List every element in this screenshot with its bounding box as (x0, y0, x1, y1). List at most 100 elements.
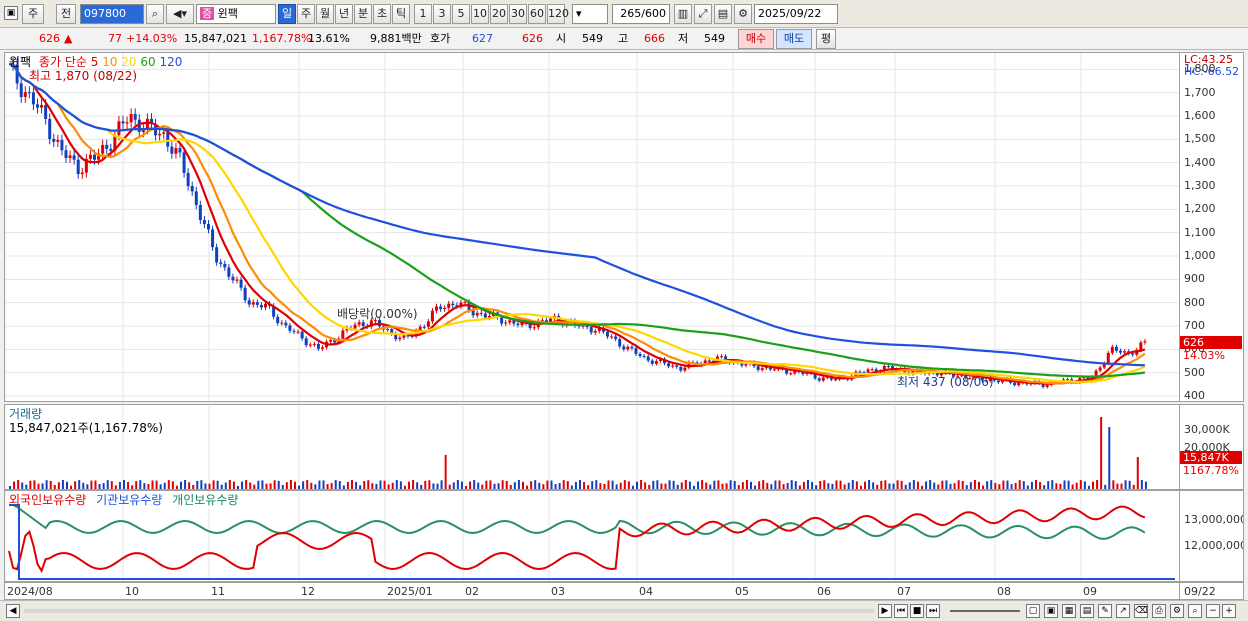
search-icon[interactable]: ⌕ (146, 4, 164, 24)
pct-tag: 14.03% (1183, 349, 1225, 362)
scrollbar-track[interactable] (24, 609, 874, 613)
volume-bar (766, 482, 769, 489)
date-field[interactable]: 2025/09/22 (754, 4, 838, 24)
trend-icon[interactable]: ↗ (1116, 604, 1130, 618)
play-icon[interactable]: ▶ (878, 604, 892, 618)
forward-icon[interactable]: ⏭ (926, 604, 940, 618)
volume-bar (74, 481, 77, 489)
candle-body (361, 322, 365, 326)
timeframe-1[interactable]: 주 (297, 4, 315, 24)
stock-name-field[interactable]: 증 윈팩 (196, 4, 276, 24)
candle-body (292, 330, 296, 332)
speaker-icon[interactable]: ◀▾ (166, 4, 194, 24)
grid-icon[interactable]: ▦ (1062, 604, 1076, 618)
price-chart-panel[interactable]: 윈팩 종가 단순 5 10 20 60 120 최고 1,870 (08/22)… (4, 52, 1180, 402)
volume-bar (387, 484, 390, 489)
timeframe-0[interactable]: 일 (278, 4, 296, 24)
timeframe-5[interactable]: 초 (373, 4, 391, 24)
holdings-panel[interactable]: 외국인보유수량 기관보유수량 개인보유수량 (4, 490, 1180, 582)
scroll-left-icon[interactable]: ◀ (6, 604, 20, 618)
stop-icon[interactable]: ■ (910, 604, 924, 618)
volume-bar (21, 482, 24, 489)
plus-icon[interactable]: + (1222, 604, 1236, 618)
window-icon[interactable]: ▣ (1044, 604, 1058, 618)
up-arrow-icon: ▲ (64, 32, 73, 45)
candle-body (121, 121, 125, 124)
unit-select[interactable]: ▾ (572, 4, 608, 24)
volume-bar (1030, 481, 1033, 489)
interval-30[interactable]: 30 (509, 4, 527, 24)
bar-count-field[interactable]: 265/600 (612, 4, 670, 24)
candle-body (56, 139, 60, 142)
settings-icon[interactable]: ⚙ (1170, 604, 1184, 618)
volume-chart (5, 405, 1147, 489)
candle-body (634, 348, 638, 354)
minus-icon[interactable]: − (1206, 604, 1220, 618)
zoom-icon[interactable]: ⌕ (1188, 604, 1202, 618)
volume-bar (990, 480, 993, 489)
price-y-axis: LC:43.25 HC:-66.52 1,800 1,700 1,600 1,500 1… (1180, 52, 1244, 402)
candle-body (475, 312, 479, 316)
candle-body (671, 365, 675, 367)
interval-10[interactable]: 10 (471, 4, 489, 24)
interval-1[interactable]: 1 (414, 4, 432, 24)
volume-bar (1136, 457, 1139, 489)
candle-body (72, 155, 76, 160)
interval-5[interactable]: 5 (452, 4, 470, 24)
volume-bar (819, 481, 822, 489)
volume-bar (733, 480, 736, 489)
candle-body (760, 368, 764, 370)
volume-bar (794, 481, 797, 489)
layout-icon[interactable]: ▢ (1026, 604, 1040, 618)
volume-bar (741, 482, 744, 489)
volume-panel[interactable]: 거래량 15,847,021주(1,167.78%) (4, 404, 1180, 490)
timeframe-3[interactable]: 년 (335, 4, 353, 24)
bar-count: 265 (620, 7, 642, 20)
candle-body (1119, 350, 1122, 353)
gear-icon[interactable]: ⚙ (734, 4, 752, 24)
candle-body (329, 340, 333, 342)
candle-body (1106, 352, 1110, 364)
erase-icon[interactable]: ⌫ (1134, 604, 1148, 618)
volume-bar (693, 485, 695, 489)
compare-icon[interactable]: ▤ (1080, 604, 1094, 618)
buy-button[interactable]: 매수 (738, 29, 774, 49)
sell-button[interactable]: 매도 (776, 29, 812, 49)
period-type-select[interactable]: 주 (22, 4, 44, 24)
volume-bar (640, 480, 643, 489)
foreign-holding-line (8, 505, 1146, 574)
prev-button[interactable]: 전 (56, 4, 76, 24)
candle-body (870, 369, 874, 371)
eval-button[interactable]: 평 (816, 29, 836, 49)
interval-20[interactable]: 20 (490, 4, 508, 24)
volume-bar (652, 480, 655, 489)
volume-bar (509, 485, 512, 489)
draw-icon[interactable]: ✎ (1098, 604, 1112, 618)
interval-120[interactable]: 120 (547, 4, 569, 24)
volume-bar (1071, 484, 1074, 489)
interval-3[interactable]: 3 (433, 4, 451, 24)
volume-bar (591, 481, 594, 489)
volume-bar (212, 480, 215, 489)
price-tick-1500: 1,500 (1184, 132, 1216, 146)
stock-code-input[interactable]: 097800 (80, 4, 144, 24)
timeframe-6[interactable]: 틱 (392, 4, 410, 24)
timeframe-4[interactable]: 분 (354, 4, 372, 24)
print-icon[interactable]: ⎙ (1152, 604, 1166, 618)
candle-body (451, 303, 455, 306)
candle-body (211, 229, 215, 248)
volume-bar (1051, 480, 1054, 489)
volume-bar (542, 484, 545, 489)
candle-body (508, 320, 512, 323)
rewind-icon[interactable]: ⏮ (894, 604, 908, 618)
timeframe-2[interactable]: 월 (316, 4, 334, 24)
volume-bar (969, 482, 972, 489)
line-icon[interactable]: ⤢ (694, 4, 712, 24)
menu-icon[interactable]: ▣ (4, 6, 18, 20)
save-icon[interactable]: ▤ (714, 4, 732, 24)
volume-bar (782, 484, 785, 489)
volume-bar (912, 480, 915, 489)
candle-icon[interactable]: ▥ (674, 4, 692, 24)
interval-60[interactable]: 60 (528, 4, 546, 24)
zoom-slider[interactable] (950, 610, 1020, 612)
